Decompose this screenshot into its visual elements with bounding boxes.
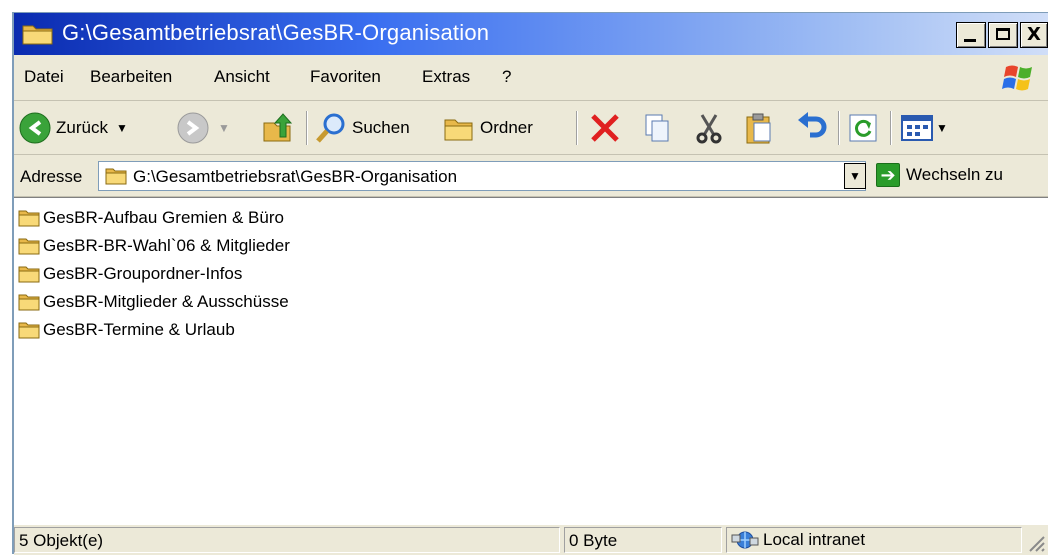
address-dropdown-button[interactable]: ▼ — [844, 163, 866, 189]
minimize-button[interactable] — [956, 22, 986, 48]
address-label: Adresse — [20, 167, 83, 186]
search-label: Suchen — [352, 118, 410, 137]
list-item[interactable]: GesBR-BR-Wahl`06 & Mitglieder — [18, 234, 290, 258]
go-label: Wechseln zu — [906, 165, 1004, 184]
address-bar: Adresse G:\Gesamtbetriebsrat\GesBR-Organ… — [14, 155, 1048, 197]
maximize-button[interactable] — [988, 22, 1018, 48]
menu-ansicht[interactable]: Ansicht — [214, 67, 270, 87]
search-button[interactable]: Suchen — [314, 109, 410, 147]
standard-toolbar: Zurück ▼ ▼ Suchen Ordner ▼ — [14, 101, 1048, 155]
back-arrow-icon — [19, 112, 51, 144]
address-input[interactable]: G:\Gesamtbetriebsrat\GesBR-Organisation — [98, 161, 866, 191]
views-icon — [901, 115, 933, 141]
address-value: G:\Gesamtbetriebsrat\GesBR-Organisation — [133, 167, 458, 186]
search-icon — [316, 113, 345, 143]
list-item[interactable]: GesBR-Termine & Urlaub — [18, 318, 235, 342]
toolbar-separator — [890, 111, 892, 145]
status-zone: Local intranet — [726, 527, 1022, 553]
go-arrow-icon: ➔ — [876, 163, 900, 187]
folders-icon — [444, 119, 473, 141]
title-bar[interactable]: G:\Gesamtbetriebsrat\GesBR-Organisation … — [14, 13, 1048, 55]
toolbar-separator — [838, 111, 840, 145]
list-item[interactable]: GesBR-Mitglieder & Ausschüsse — [18, 290, 289, 314]
explorer-window: G:\Gesamtbetriebsrat\GesBR-Organisation … — [12, 12, 1048, 555]
cut-icon — [696, 114, 722, 144]
up-folder-icon — [263, 113, 293, 142]
back-label: Zurück — [56, 118, 108, 137]
local-intranet-icon — [731, 531, 759, 549]
windows-logo-icon — [1002, 65, 1032, 91]
toolbar-separator — [306, 111, 308, 145]
folder-icon — [18, 294, 40, 311]
undo-icon — [798, 112, 827, 138]
status-object-count: 5 Objekt(e) — [14, 527, 560, 553]
folder-icon — [105, 168, 127, 185]
file-name: GesBR-Groupordner-Infos — [43, 264, 243, 283]
paste-icon — [746, 113, 771, 144]
folders-label: Ordner — [480, 118, 533, 137]
delete-button[interactable] — [588, 109, 622, 147]
folder-icon — [18, 266, 40, 283]
menu-bearbeiten[interactable]: Bearbeiten — [90, 67, 172, 87]
forward-dropdown-arrow-icon[interactable]: ▼ — [218, 121, 230, 135]
back-button[interactable]: Zurück ▼ — [18, 109, 128, 147]
list-item[interactable]: GesBR-Groupordner-Infos — [18, 262, 242, 286]
resize-grip-icon[interactable] — [1026, 533, 1046, 553]
file-name: GesBR-Termine & Urlaub — [43, 320, 235, 339]
file-name: GesBR-Mitglieder & Ausschüsse — [43, 292, 289, 311]
menu-extras[interactable]: Extras — [422, 67, 470, 87]
folder-icon — [22, 25, 53, 45]
toolbar-separator — [576, 111, 578, 145]
folder-icon — [18, 238, 40, 255]
refresh-icon — [849, 114, 877, 142]
menu-datei[interactable]: Datei — [24, 67, 64, 87]
views-dropdown-arrow-icon[interactable]: ▼ — [936, 121, 948, 135]
paste-button[interactable] — [742, 109, 776, 147]
status-bar: 5 Objekt(e) 0 Byte Local intranet — [14, 525, 1048, 555]
views-button[interactable]: ▼ — [900, 109, 948, 147]
forward-arrow-icon — [177, 112, 209, 144]
folders-button[interactable]: Ordner — [442, 109, 533, 147]
status-zone-label: Local intranet — [763, 530, 866, 549]
status-size: 0 Byte — [564, 527, 722, 553]
file-name: GesBR-BR-Wahl`06 & Mitglieder — [43, 236, 290, 255]
copy-button[interactable] — [640, 109, 674, 147]
back-dropdown-arrow-icon[interactable]: ▼ — [116, 121, 128, 135]
list-item[interactable]: GesBR-Aufbau Gremien & Büro — [18, 206, 284, 230]
copy-icon — [645, 114, 669, 142]
menu-help[interactable]: ? — [502, 67, 511, 87]
up-button[interactable] — [260, 109, 294, 147]
undo-button[interactable] — [794, 109, 828, 147]
menu-bar: Datei Bearbeiten Ansicht Favoriten Extra… — [14, 55, 1048, 101]
folder-icon — [18, 322, 40, 339]
forward-button[interactable]: ▼ — [176, 109, 230, 147]
cut-button[interactable] — [692, 109, 726, 147]
delete-icon — [591, 114, 619, 142]
close-button[interactable]: X — [1020, 22, 1048, 48]
window-title: G:\Gesamtbetriebsrat\GesBR-Organisation — [62, 20, 490, 45]
file-list[interactable]: GesBR-Aufbau Gremien & Büro GesBR-BR-Wah… — [14, 197, 1048, 525]
file-name: GesBR-Aufbau Gremien & Büro — [43, 208, 284, 227]
menu-favoriten[interactable]: Favoriten — [310, 67, 381, 87]
go-button[interactable]: ➔ Wechseln zu — [876, 163, 1003, 187]
refresh-button[interactable] — [848, 109, 878, 147]
folder-icon — [18, 210, 40, 227]
